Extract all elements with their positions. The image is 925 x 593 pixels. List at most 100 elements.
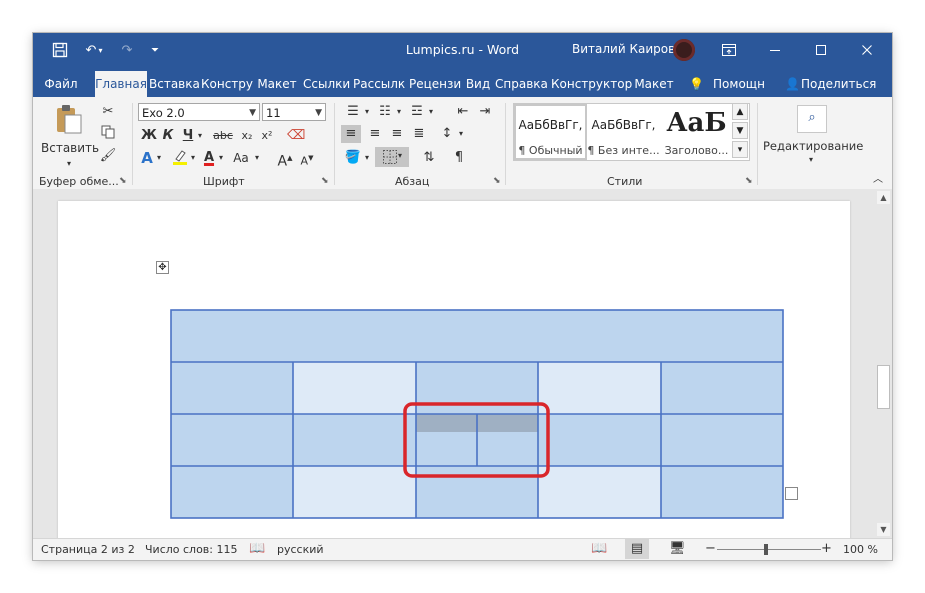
style-no-spacing[interactable]: АаБбВвГг, ¶ Без инте... [587,104,660,160]
shrink-font-button[interactable]: A▼ [299,149,315,171]
paste-icon[interactable] [51,103,85,137]
table-cell[interactable] [538,362,661,414]
table-cell[interactable] [538,466,661,518]
borders-button[interactable]: ▾ [375,147,409,167]
person-icon[interactable]: 👤 [785,73,800,97]
share-button[interactable]: Поделиться [801,73,876,97]
clipboard-launcher-icon[interactable]: ⬊ [119,176,127,186]
tab-view[interactable]: Вид [465,73,491,97]
show-formatting-button[interactable]: ¶ [449,149,469,167]
chevron-down-icon[interactable]: ▼ [249,104,256,122]
scroll-down-icon[interactable]: ▼ [877,523,890,536]
tab-references[interactable]: Ссылки [303,73,350,97]
scroll-up-icon[interactable]: ▲ [877,191,890,204]
font-color-icon[interactable]: A [201,149,217,167]
line-spacing-dropdown-icon[interactable]: ▾ [457,125,465,143]
styles-launcher-icon[interactable]: ⬊ [745,176,753,186]
highlight-icon[interactable] [171,149,189,171]
table-cell[interactable] [293,466,416,518]
underline-button[interactable]: Ч [181,127,195,145]
sort-icon[interactable]: ⇅ [419,149,439,167]
search-icon[interactable]: ⌕ [797,105,827,133]
subscript-button[interactable]: x₂ [239,127,255,145]
vertical-scrollbar[interactable]: ▲ ▼ [875,189,892,538]
bullets-dropdown-icon[interactable]: ▾ [363,103,371,121]
bold-button[interactable]: Ж [141,127,157,145]
redo-icon[interactable]: ↷ [117,41,137,59]
tab-table-design[interactable]: Конструктор [551,73,632,97]
table-cell[interactable] [171,362,293,414]
increase-indent-icon[interactable]: ⇥ [475,103,495,121]
align-right-icon[interactable]: ≡ [387,125,407,143]
multilevel-list-icon[interactable]: ☲ [407,103,427,121]
tab-review[interactable]: Рецензи [409,73,461,97]
close-button[interactable] [844,33,890,67]
tab-table-layout[interactable]: Макет [634,73,674,97]
maximize-button[interactable] [798,33,844,67]
collapse-ribbon-icon[interactable]: ︿ [871,171,885,189]
shading-icon[interactable]: 🪣 [343,149,363,167]
numbering-icon[interactable]: ☷ [375,103,395,121]
zoom-out-button[interactable]: − [705,541,716,556]
user-avatar[interactable] [673,39,695,61]
styles-scroll-up-icon[interactable]: ▲ [732,103,748,120]
align-center-icon[interactable]: ≡ [365,125,385,143]
word-count-status[interactable]: Число слов: 115 [145,543,238,556]
table[interactable] [170,309,787,524]
style-heading[interactable]: АаБ Заголово... [660,104,733,160]
decrease-indent-icon[interactable]: ⇤ [453,103,473,121]
table-resize-handle[interactable] [785,487,798,500]
minimize-button[interactable] [752,33,798,67]
underline-dropdown-icon[interactable]: ▾ [196,127,204,145]
tab-help[interactable]: Справка [495,73,548,97]
style-normal[interactable]: АаБбВвГг, ¶ Обычный [514,104,587,160]
align-left-icon[interactable]: ≡ [341,125,361,143]
table-cell[interactable] [293,362,416,414]
page-count-status[interactable]: Страница 2 из 2 [41,543,135,556]
ribbon-display-options-icon[interactable] [706,33,752,67]
multilevel-dropdown-icon[interactable]: ▾ [427,103,435,121]
proofing-icon[interactable]: 📖 [249,541,265,556]
change-case-button[interactable]: Aa [229,149,253,167]
table-cell[interactable] [661,466,783,518]
font-size-combo[interactable]: 11 ▼ [262,103,326,121]
tab-file[interactable]: Файл [39,73,83,97]
user-name[interactable]: Виталий Каиров [572,42,675,56]
styles-scroll-down-icon[interactable]: ▼ [732,122,748,139]
paste-dropdown-icon[interactable]: ▾ [63,155,75,173]
chevron-down-icon[interactable]: ▼ [315,104,322,122]
table-move-handle-icon[interactable]: ✥ [156,261,169,274]
format-painter-icon[interactable]: 🖌 [99,147,117,165]
highlight-dropdown-icon[interactable]: ▾ [189,149,197,167]
grow-font-button[interactable]: A▲ [277,149,293,171]
font-name-combo[interactable]: Exo 2.0 ▼ [138,103,260,121]
strikethrough-button[interactable]: abc [211,127,235,145]
paragraph-launcher-icon[interactable]: ⬊ [493,176,501,186]
zoom-slider-thumb[interactable] [764,544,768,555]
text-effects-dropdown-icon[interactable]: ▾ [155,149,163,167]
cut-icon[interactable]: ✂ [99,103,117,121]
read-mode-icon[interactable]: 📖 [591,541,607,556]
table-cell[interactable] [661,362,783,414]
undo-icon[interactable]: ↶ ▾ [81,41,107,59]
table-cell[interactable] [416,362,538,414]
table-header-cell[interactable] [171,310,783,362]
font-launcher-icon[interactable]: ⬊ [321,176,329,186]
copy-icon[interactable] [99,125,117,145]
tab-layout[interactable]: Макет [255,73,299,97]
change-case-dropdown-icon[interactable]: ▾ [253,149,261,167]
zoom-in-button[interactable]: + [821,541,832,556]
clear-formatting-icon[interactable]: ⌫ [287,127,305,145]
zoom-slider[interactable] [717,549,821,550]
table-cell[interactable] [538,414,661,466]
save-icon[interactable] [51,41,69,59]
customize-toolbar-icon[interactable]: ⏷ [145,41,165,59]
tab-tell-me[interactable]: Помощн [709,73,769,97]
superscript-button[interactable]: x² [259,127,275,145]
shading-dropdown-icon[interactable]: ▾ [363,149,371,167]
tab-mailings[interactable]: Рассылк [353,73,405,97]
justify-icon[interactable]: ≣ [409,125,429,143]
line-spacing-icon[interactable]: ↕ [437,125,457,143]
styles-more-icon[interactable]: ▾ [732,141,748,158]
editing-dropdown-icon[interactable]: ▾ [805,151,817,169]
